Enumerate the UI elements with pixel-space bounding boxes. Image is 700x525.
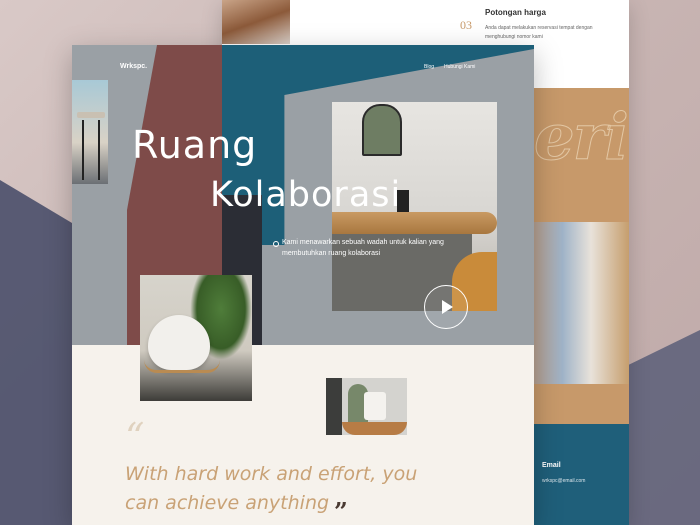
feature-text: Anda dapat melakukan reservasi tempat de… [485,25,593,40]
back-photo-top [222,0,290,44]
brand-logo[interactable]: Wrkspc. [120,63,147,70]
quote-text: With hard work and effort, you can achie… [125,463,418,514]
nav-link-blog[interactable]: Blog [424,64,434,70]
play-icon [442,300,453,314]
cup [364,392,386,420]
feature-title: Potongan harga [485,8,546,17]
mirror [362,104,402,156]
contact-footer [534,424,629,525]
lounge-chair-frame [144,360,220,373]
hero-chair-photo [72,80,108,184]
outlined-script-text: eri [534,100,629,176]
contact-heading: Email [542,462,561,469]
hero-title-line2: Kolaborasi [210,175,402,215]
dark-panel [326,378,342,435]
contact-email-link[interactable]: wrkspc@email.com [542,478,585,484]
hero-intro-text: Kami menawarkan sebuah wadah untuk kalia… [282,239,444,257]
nav-link-contact[interactable]: Hubungi Kami [444,64,475,70]
chair-leg [98,120,100,180]
play-video-button[interactable] [424,285,468,329]
circle-bullet-icon [273,241,279,247]
cup-photo [326,378,407,435]
tan-panel-lower [534,384,629,424]
chair-seat [77,112,105,118]
close-quote-icon: ” [334,497,348,525]
desk-surface [332,212,497,234]
open-quote-icon: “ [125,415,145,459]
top-nav: Blog Hubungi Kami [424,64,475,70]
back-photo-person [534,222,629,384]
chair-leg [82,120,84,180]
front-page-mockup: Wrkspc. Blog Hubungi Kami Ruang Kolabora… [72,45,534,525]
hero-title-line1: Ruang [132,123,258,167]
lounge-chair-photo [140,275,252,401]
wood-shelf [342,422,407,435]
feature-number: 03 [460,18,472,32]
